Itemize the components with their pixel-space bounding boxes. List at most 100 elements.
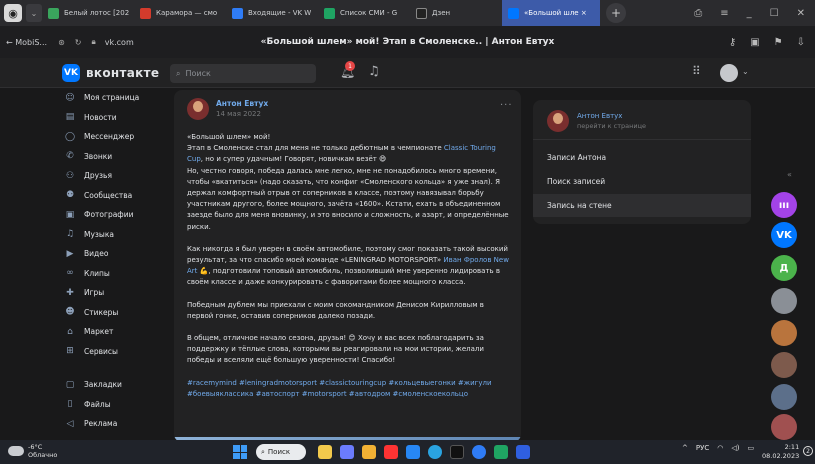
chat-app-icon[interactable] (340, 445, 354, 459)
sidebar-item-photos[interactable]: ▣ Фотографии (58, 205, 170, 225)
chat-avatar-icon[interactable] (771, 320, 797, 346)
windows-start-icon[interactable] (233, 445, 247, 459)
volume-icon[interactable]: ◁) (731, 444, 739, 452)
collapse-icon[interactable]: « (787, 170, 792, 179)
telegram-icon[interactable] (428, 445, 442, 459)
url-field[interactable]: vk.com (105, 38, 134, 47)
sidebar-item-calls[interactable]: ✆ Звонки (58, 147, 170, 167)
battery-icon[interactable]: ▭ (747, 444, 754, 452)
wifi-icon[interactable]: ◠ (717, 444, 723, 452)
browser-tab[interactable]: Белый лотос [202 (42, 0, 134, 26)
vk-app-icon[interactable] (406, 445, 420, 459)
post-paragraph: В общем, отличное начало сезона, друзья!… (187, 334, 484, 365)
music-icon[interactable]: ♫ (368, 64, 380, 79)
menu-item-wall-post[interactable]: Запись на стене (533, 194, 751, 217)
chat-avatar-icon[interactable] (771, 288, 797, 314)
chat-avatar-icon[interactable] (771, 352, 797, 378)
tab-favicon-icon (324, 7, 335, 19)
sidebar-item-friends[interactable]: ⚇ Друзья (58, 166, 170, 186)
avatar[interactable] (720, 64, 738, 82)
post-hashtags[interactable]: #racemymind #leningradmotorsport #classi… (187, 378, 509, 400)
menu-item-search-posts[interactable]: Поиск записей (533, 170, 751, 193)
new-tab-button[interactable]: + (606, 3, 626, 23)
back-button[interactable]: ← MobiS... (0, 38, 53, 47)
close-window-icon[interactable]: ✕ (797, 8, 805, 19)
reload-icon[interactable]: ↻ (70, 38, 87, 47)
news-icon: ▤ (65, 112, 75, 123)
sidebar-item-music[interactable]: ♫ Музыка (58, 225, 170, 245)
sidebar-item-video[interactable]: ▶ Видео (58, 244, 170, 264)
sidebar-item-games[interactable]: ✚ Игры (58, 283, 170, 303)
wall-menu-header[interactable]: Антон Евтух перейти к странице (533, 100, 751, 140)
search-placeholder: Поиск (185, 69, 211, 78)
menu-icon[interactable]: ≡ (720, 8, 728, 19)
browser-tab[interactable]: Входящие - VK W (226, 0, 318, 26)
menu-item-anton-posts[interactable]: Записи Антона (533, 146, 751, 169)
services-icon: ⊞ (66, 346, 74, 357)
sidebar-item-communities[interactable]: ⚉ Сообщества (58, 186, 170, 206)
key-icon[interactable]: ⚷ (729, 37, 736, 48)
sidebar-item-stickers[interactable]: ☻ Стикеры (58, 303, 170, 323)
chrome-icon[interactable] (472, 445, 486, 459)
language-indicator[interactable]: РУС (696, 444, 709, 452)
tiktok-icon[interactable] (450, 445, 464, 459)
sidebar-item-bookmarks[interactable]: ▢ Закладки (58, 375, 170, 395)
apps-grid-icon[interactable]: ⠿ (692, 64, 701, 78)
friends-icon: ⚇ (65, 170, 75, 181)
sidebar-item-services[interactable]: ⊞ Сервисы (58, 342, 170, 362)
window-controls: ⎙ ≡ _ ☐ ✕ (694, 8, 815, 19)
folder-icon[interactable] (362, 445, 376, 459)
maximize-icon[interactable]: ☐ (770, 8, 779, 19)
lock-icon: 🔒︎ (91, 37, 96, 46)
download-icon[interactable]: ⇩ (797, 37, 805, 48)
vk-logo-icon[interactable]: VK (771, 222, 797, 248)
browser-tab[interactable]: Карамора — смо (134, 0, 226, 26)
clock[interactable]: 2:11 08.02.2023 (762, 443, 799, 460)
search-input[interactable]: ⌕ Поиск (170, 64, 316, 83)
notification-center-icon[interactable]: 2 (803, 446, 813, 456)
chat-avatar-icon[interactable] (771, 384, 797, 410)
sheets-icon[interactable] (494, 445, 508, 459)
sidebar-item-news[interactable]: ▤ Новости (58, 108, 170, 128)
browser-logo-icon[interactable]: ◉ (4, 4, 22, 22)
sidebar-item-messenger[interactable]: ◯ Мессенджер (58, 127, 170, 147)
weather-widget[interactable]: -6°C Облачно (8, 443, 57, 459)
browser-tab[interactable]: Дзен (410, 0, 502, 26)
post-author[interactable]: Антон Евтух (216, 99, 268, 108)
go-to-page-link: перейти к странице (577, 122, 647, 130)
chevron-up-icon[interactable]: ^ (682, 444, 688, 452)
search-icon: ⌕ (261, 447, 265, 456)
sidebar-item-files[interactable]: ▯ Файлы (58, 395, 170, 415)
vk-music-icon[interactable]: ııı (771, 192, 797, 218)
minimize-icon[interactable]: _ (747, 8, 752, 19)
chat-avatar-icon[interactable]: Д (771, 255, 797, 281)
sidebar-item-market[interactable]: ⌂ Маркет (58, 322, 170, 342)
explorer-icon[interactable] (318, 445, 332, 459)
chat-avatar-icon[interactable] (771, 414, 797, 440)
games-icon: ✚ (66, 287, 74, 298)
reader-icon[interactable]: ▣ (750, 37, 759, 48)
browser-tab[interactable]: Список СМИ - G (318, 0, 410, 26)
yandex-icon[interactable] (384, 445, 398, 459)
vk-logo-icon[interactable]: VK (62, 64, 80, 82)
taskbar-search[interactable]: ⌕ Поиск (256, 444, 306, 460)
tab-favicon-icon (48, 7, 59, 19)
bookmark-star-icon[interactable]: ⚑ (774, 37, 783, 48)
sidebar-item-clips[interactable]: ∞ Клипы (58, 264, 170, 284)
more-options-icon[interactable]: ··· (500, 100, 513, 111)
vk-brand[interactable]: вконтакте (86, 66, 159, 80)
bookmarks-icon[interactable]: ⎙ (694, 8, 702, 19)
browser-tab-active[interactable]: «Большой шле × (502, 0, 600, 26)
post-text: «Большой шлем» мой! Этап в Смоленске ста… (187, 132, 509, 411)
avatar[interactable] (187, 98, 209, 120)
sidebar-item-my-page[interactable]: ☺ Моя страница (58, 88, 170, 108)
docs-icon[interactable] (516, 445, 530, 459)
post-date[interactable]: 14 мая 2022 (216, 110, 261, 118)
tab-list-icon[interactable]: ⌄ (26, 4, 42, 22)
clips-icon: ∞ (66, 268, 74, 279)
chevron-down-icon[interactable]: ⌄ (742, 67, 749, 76)
post-paragraph: Как никогда я был уверен в своём автомоб… (187, 244, 509, 287)
protect-icon[interactable]: ⊛ (53, 38, 70, 47)
sidebar-item-ads[interactable]: ◁ Реклама (58, 414, 170, 434)
